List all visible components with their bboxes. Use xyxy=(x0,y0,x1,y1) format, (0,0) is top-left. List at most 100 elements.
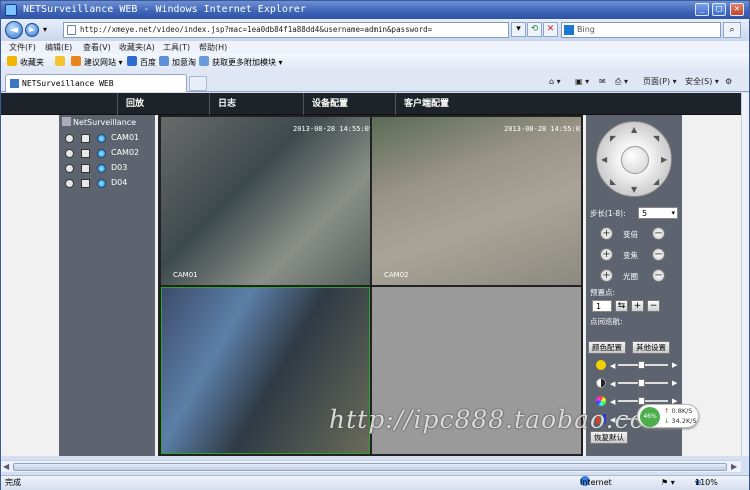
search-button[interactable]: ⌕ xyxy=(723,22,741,38)
tab-log[interactable]: 日志 xyxy=(209,93,303,115)
arrow-down-right-icon[interactable]: ◢ xyxy=(653,177,659,186)
decrease-arrow-icon[interactable]: ◀ xyxy=(610,380,615,388)
menu-file[interactable]: 文件(F) xyxy=(9,41,36,54)
channel-label: CAM02 xyxy=(111,148,140,157)
stream-icon[interactable] xyxy=(97,134,106,143)
feeds-icon[interactable]: ▣ ▾ xyxy=(575,75,589,89)
play-icon[interactable] xyxy=(81,179,90,188)
decrease-arrow-icon[interactable]: ◀ xyxy=(610,362,615,370)
other-settings-button[interactable]: 其他设置 xyxy=(632,341,670,354)
mail-icon[interactable]: ✉ xyxy=(599,75,606,89)
ptz-direction-pad[interactable]: ▲ ▼ ◀ ▶ ◤ ◥ ◣ ◢ xyxy=(596,121,672,197)
focus-label: 变焦 xyxy=(623,251,638,260)
tab-playback[interactable]: 回放 xyxy=(117,93,209,115)
scroll-left-icon[interactable]: ◀ xyxy=(3,462,9,471)
arrow-left-icon[interactable]: ◀ xyxy=(601,155,607,164)
tab-netsurveillance[interactable]: NETSurveillance WEB xyxy=(5,74,187,92)
status-text: 完成 xyxy=(5,478,21,487)
increase-arrow-icon[interactable]: ▶ xyxy=(672,361,677,369)
preset-add-button[interactable]: + xyxy=(631,300,644,312)
url-field[interactable]: http://xmeye.net/video/index.jsp?mac=1ea… xyxy=(63,22,509,38)
stream-icon[interactable] xyxy=(97,164,106,173)
arrow-up-left-icon[interactable]: ◤ xyxy=(610,134,616,143)
video-cell-cam01[interactable]: 2013-08-28 14:55:05 CAM01 xyxy=(161,117,370,285)
zoom-out-button[interactable]: − xyxy=(652,227,665,240)
tab-device-config[interactable]: 设备配置 xyxy=(303,93,395,115)
channel-item-d03[interactable]: D03 xyxy=(63,161,153,175)
add-favorite-icon[interactable] xyxy=(55,54,65,72)
zoom-in-button[interactable]: + xyxy=(600,227,613,240)
step-select[interactable]: 5 ▾ xyxy=(638,207,678,219)
arrow-right-icon[interactable]: ▶ xyxy=(661,155,667,164)
menu-tools[interactable]: 工具(T) xyxy=(163,41,190,54)
device-root[interactable]: NetSurveillance xyxy=(62,117,136,129)
fav-item-suggested[interactable]: 建议网站 ▾ xyxy=(71,54,123,72)
protected-mode-icon[interactable]: ⚑ ▾ xyxy=(661,476,675,490)
horizontal-scrollbar[interactable]: ◀ ▶ xyxy=(1,460,741,472)
record-icon[interactable] xyxy=(65,149,74,158)
arrow-up-icon[interactable]: ▲ xyxy=(631,125,637,134)
ptz-center-button[interactable] xyxy=(621,146,649,174)
network-speed-widget[interactable]: 46% ↑ 0.8K/S ↓ 34.2K/S xyxy=(637,404,699,428)
brightness-slider[interactable]: ◀ ▶ xyxy=(596,359,680,371)
play-icon[interactable] xyxy=(81,134,90,143)
arrow-up-right-icon[interactable]: ◥ xyxy=(653,134,659,143)
iris-open-button[interactable]: + xyxy=(600,269,613,282)
tools-icon[interactable]: ⚙ xyxy=(725,75,732,89)
preset-input[interactable]: 1 xyxy=(592,300,612,312)
focus-far-button[interactable]: − xyxy=(652,248,665,261)
slider-knob[interactable] xyxy=(638,379,645,387)
increase-arrow-icon[interactable]: ▶ xyxy=(672,379,677,387)
vertical-scrollbar[interactable] xyxy=(741,93,749,456)
record-icon[interactable] xyxy=(65,164,74,173)
maximize-button[interactable]: □ xyxy=(712,3,726,16)
record-icon[interactable] xyxy=(65,179,74,188)
menu-favorites[interactable]: 收藏夹(A) xyxy=(119,41,155,54)
print-icon[interactable]: ⎙ ▾ xyxy=(615,75,628,89)
scroll-right-icon[interactable]: ▶ xyxy=(731,462,737,471)
stop-icon[interactable]: ✕ xyxy=(543,22,558,37)
contrast-slider[interactable]: ◀ ▶ xyxy=(596,377,680,389)
video-cell-cam02[interactable]: 2013-08-28 14:55:03 CAM02 xyxy=(372,117,581,285)
back-button[interactable]: ◄ xyxy=(5,21,23,39)
tab-client-config[interactable]: 客户端配置 xyxy=(395,93,487,115)
favorites-button[interactable]: 收藏夹 xyxy=(7,54,44,72)
zoom-level[interactable]: ⊕ 110% ▾ xyxy=(695,476,718,490)
page-menu[interactable]: 页面(P) ▾ xyxy=(643,75,677,89)
home-icon[interactable]: ⌂ ▾ xyxy=(549,75,561,89)
menu-edit[interactable]: 编辑(E) xyxy=(45,41,72,54)
compat-view-icon[interactable]: ⟲ xyxy=(527,22,542,37)
channel-item-cam01[interactable]: CAM01 xyxy=(63,131,153,145)
play-icon[interactable] xyxy=(81,164,90,173)
url-dropdown-icon[interactable]: ▾ xyxy=(511,22,526,37)
channel-label: D03 xyxy=(111,163,128,172)
arrow-down-icon[interactable]: ▼ xyxy=(631,185,637,194)
scroll-thumb[interactable] xyxy=(13,463,727,471)
device-root-label: NetSurveillance xyxy=(73,118,137,127)
menu-help[interactable]: 帮助(H) xyxy=(199,41,227,54)
fav-item-jiayitao[interactable]: 加意淘 xyxy=(159,54,196,72)
record-icon[interactable] xyxy=(65,134,74,143)
stream-icon[interactable] xyxy=(97,179,106,188)
focus-near-button[interactable]: + xyxy=(600,248,613,261)
channel-item-d04[interactable]: D04 xyxy=(63,176,153,190)
search-input[interactable]: Bing xyxy=(561,22,721,38)
play-icon[interactable] xyxy=(81,149,90,158)
channel-item-cam02[interactable]: CAM02 xyxy=(63,146,153,160)
history-dropdown-icon[interactable]: ▾ xyxy=(43,25,47,34)
fav-item-baidu[interactable]: 百度 xyxy=(127,54,156,72)
close-button[interactable]: ✕ xyxy=(730,3,744,16)
minimize-button[interactable]: _ xyxy=(695,3,709,16)
menu-view[interactable]: 查看(V) xyxy=(83,41,111,54)
fav-item-addons[interactable]: 获取更多附加模块 ▾ xyxy=(199,54,283,72)
arrow-down-left-icon[interactable]: ◣ xyxy=(610,177,616,186)
new-tab-button[interactable] xyxy=(189,76,207,91)
iris-close-button[interactable]: − xyxy=(652,269,665,282)
forward-button[interactable]: ► xyxy=(25,23,39,37)
color-config-button[interactable]: 颜色配置 xyxy=(588,341,626,354)
preset-goto-button[interactable]: ⇆ xyxy=(615,300,628,312)
slider-knob[interactable] xyxy=(638,361,645,369)
safety-menu[interactable]: 安全(S) ▾ xyxy=(685,75,719,89)
preset-remove-button[interactable]: − xyxy=(647,300,660,312)
stream-icon[interactable] xyxy=(97,149,106,158)
